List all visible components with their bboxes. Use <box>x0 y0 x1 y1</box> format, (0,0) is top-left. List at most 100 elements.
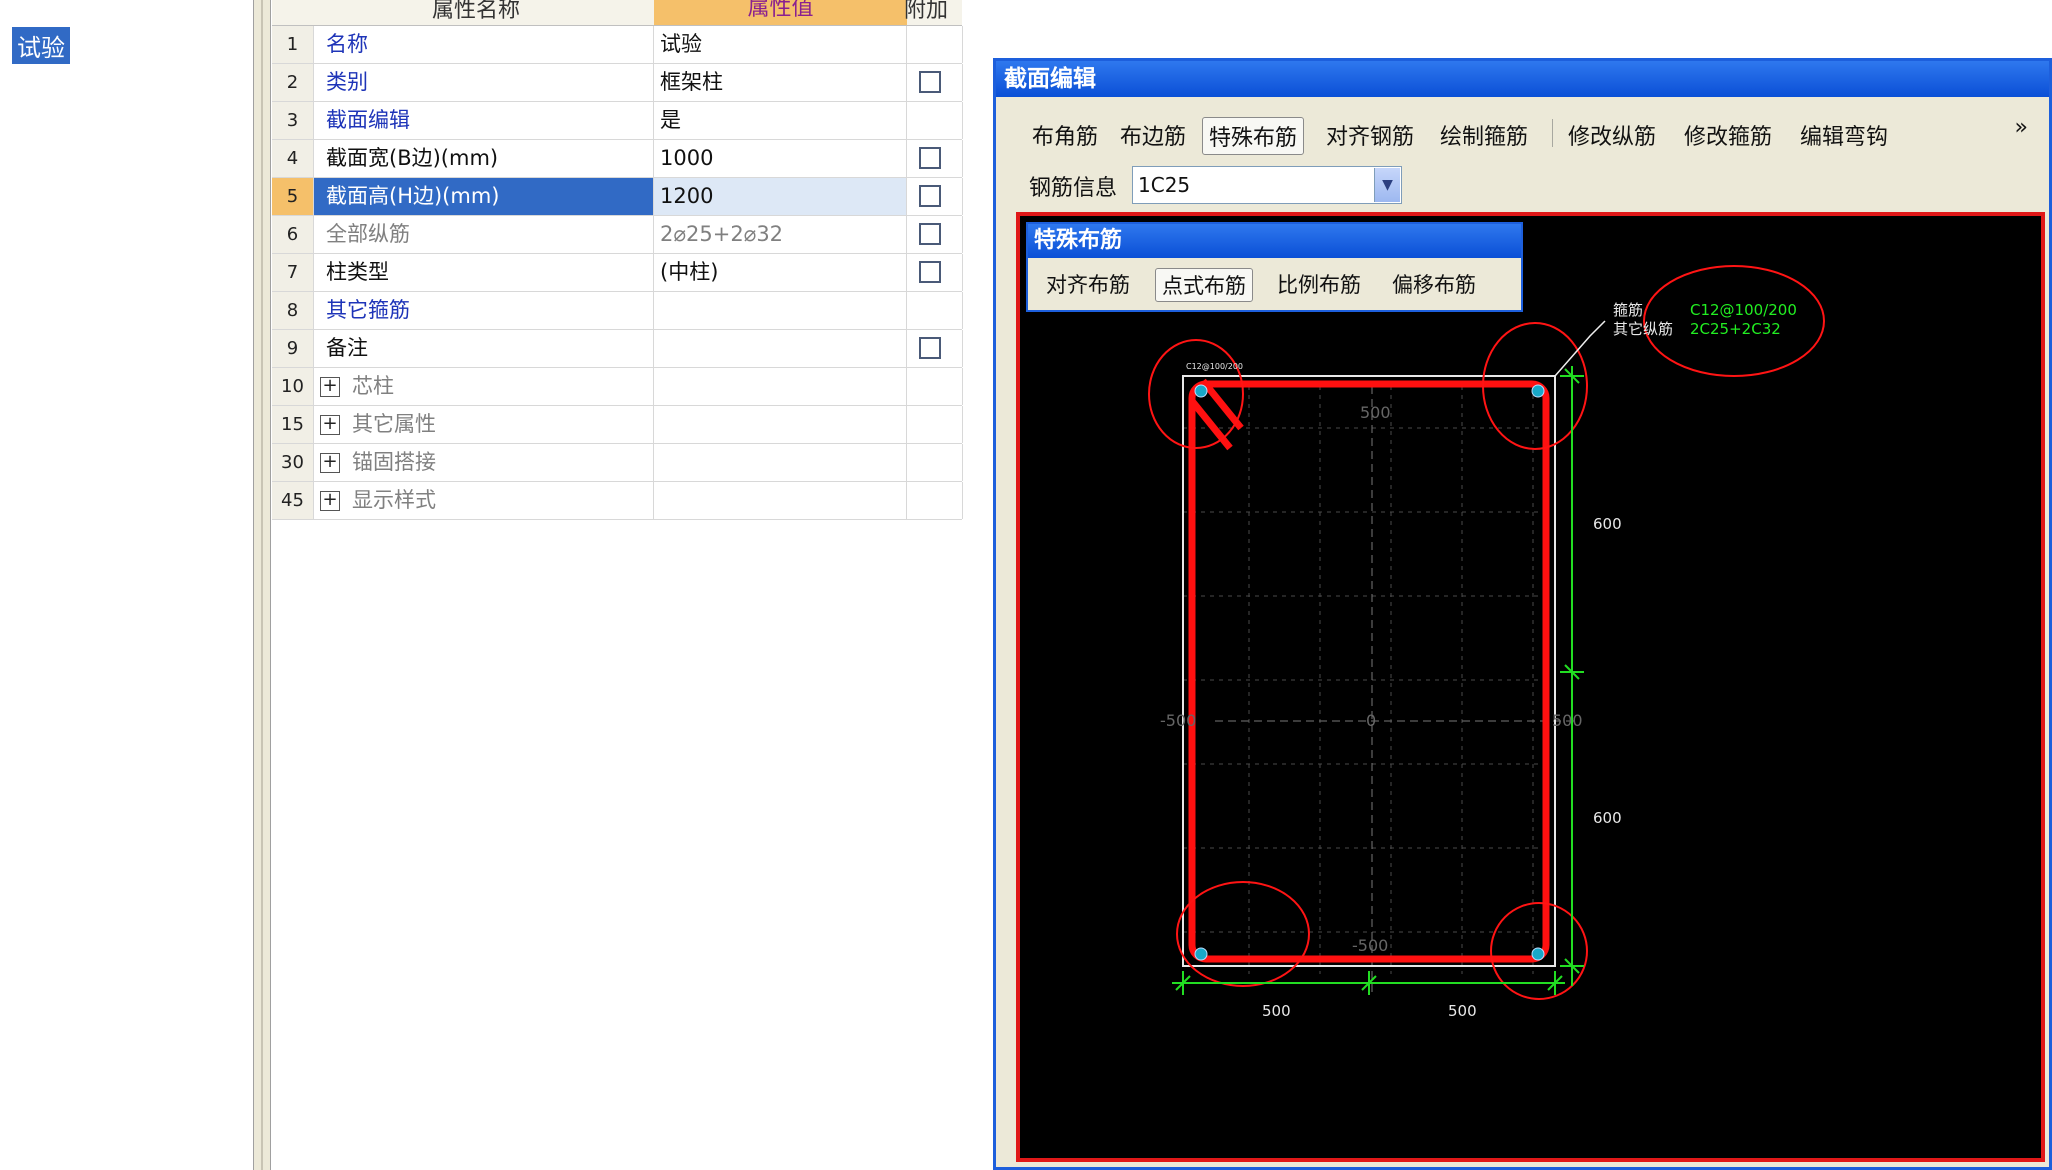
extra-cell <box>907 102 963 139</box>
dim-right-lower: 600 <box>1593 809 1622 827</box>
property-value[interactable] <box>654 368 907 405</box>
corner-rebar-button[interactable]: 布角筋 <box>1026 117 1104 153</box>
property-value[interactable]: 1200 <box>654 178 907 215</box>
table-row[interactable]: 7 柱类型 (中柱) <box>272 254 963 292</box>
table-row[interactable]: 45 + 显示样式 <box>272 482 963 520</box>
row-number: 8 <box>272 292 314 329</box>
row-number: 10 <box>272 368 314 405</box>
ratio-layout-button[interactable]: 比例布筋 <box>1271 268 1367 300</box>
extra-checkbox[interactable] <box>919 223 941 245</box>
table-row[interactable]: 30 + 锚固搭接 <box>272 444 963 482</box>
axis-label-left: -500 <box>1160 711 1196 730</box>
legend-stirrup-value: C12@100/200 <box>1690 301 1797 319</box>
toolbar-overflow-icon[interactable]: » <box>2015 115 2028 140</box>
tree-item-selected[interactable]: 试验 <box>12 27 70 64</box>
panel-splitter[interactable] <box>253 0 271 1170</box>
header-value: 属性值 <box>654 0 907 25</box>
extra-checkbox[interactable] <box>919 71 941 93</box>
grid-header: 属性名称 属性值 附加 <box>272 0 962 26</box>
table-row[interactable]: 3 截面编辑 是 <box>272 102 963 140</box>
property-name: 其它箍筋 <box>314 292 654 329</box>
property-name-text: 截面宽(B边)(mm) <box>326 146 499 170</box>
property-name-text: 名称 <box>326 32 368 56</box>
table-row[interactable]: 5 截面高(H边)(mm) 1200 <box>272 178 963 216</box>
edge-rebar-button[interactable]: 布边筋 <box>1114 117 1192 153</box>
table-row[interactable]: 6 全部纵筋 2⌀25+2⌀32 <box>272 216 963 254</box>
table-row[interactable]: 9 备注 <box>272 330 963 368</box>
property-name-text: 显示样式 <box>352 488 436 512</box>
align-rebar-button[interactable]: 对齐钢筋 <box>1320 117 1420 153</box>
extra-checkbox[interactable] <box>919 147 941 169</box>
legend-long-label: 其它纵筋 <box>1613 320 1673 338</box>
property-value[interactable]: (中柱) <box>654 254 907 291</box>
property-value[interactable] <box>654 292 907 329</box>
row-number: 45 <box>272 482 314 519</box>
corner-stirrup-tag: C12@100/200 <box>1186 362 1243 371</box>
row-number: 3 <box>272 102 314 139</box>
property-value[interactable] <box>654 444 907 481</box>
row-number: 5 <box>272 178 314 215</box>
table-row[interactable]: 15 + 其它属性 <box>272 406 963 444</box>
edit-stirrup-button[interactable]: 修改箍筋 <box>1678 117 1778 153</box>
property-name: + 芯柱 <box>314 368 654 405</box>
extra-checkbox[interactable] <box>919 261 941 283</box>
special-rebar-subwindow: 特殊布筋 对齐布筋 点式布筋 比例布筋 偏移布筋 <box>1026 222 1523 312</box>
chevron-down-icon[interactable]: ▼ <box>1374 168 1400 202</box>
rebar-info-value: 1C25 <box>1138 173 1191 197</box>
sub-title: 特殊布筋 <box>1028 224 1521 258</box>
expand-icon[interactable]: + <box>320 453 340 473</box>
extra-checkbox[interactable] <box>919 337 941 359</box>
row-number: 6 <box>272 216 314 253</box>
expand-icon[interactable]: + <box>320 377 340 397</box>
row-number: 1 <box>272 26 314 63</box>
property-name-text: 截面高(H边)(mm) <box>326 184 500 208</box>
header-name: 属性名称 <box>432 0 521 23</box>
property-name-text: 类别 <box>326 70 368 94</box>
rebar-info-label: 钢筋信息 <box>1029 176 1118 201</box>
extra-checkbox[interactable] <box>919 185 941 207</box>
align-layout-button[interactable]: 对齐布筋 <box>1040 268 1136 300</box>
rebar-legend: 箍筋 其它纵筋 C12@100/200 2C25+2C32 <box>1613 301 1797 338</box>
property-value[interactable] <box>654 406 907 443</box>
special-rebar-button[interactable]: 特殊布筋 <box>1202 117 1305 155</box>
table-row[interactable]: 10 + 芯柱 <box>272 368 963 406</box>
property-value[interactable]: 框架柱 <box>654 64 907 101</box>
property-value[interactable] <box>654 330 907 367</box>
property-name-text: 芯柱 <box>352 374 394 398</box>
property-value[interactable]: 是 <box>654 102 907 139</box>
row-number: 15 <box>272 406 314 443</box>
header-extra: 附加 <box>904 0 949 23</box>
property-value[interactable]: 试验 <box>654 26 907 63</box>
table-row[interactable]: 2 类别 框架柱 <box>272 64 963 102</box>
dimension-lines <box>1172 366 1584 995</box>
rebar-info-combo[interactable]: 1C25 ▼ <box>1132 166 1402 204</box>
dim-right-upper: 600 <box>1593 515 1622 533</box>
property-value[interactable] <box>654 482 907 519</box>
table-row[interactable]: 4 截面宽(B边)(mm) 1000 <box>272 140 963 178</box>
axis-label-top: 500 <box>1360 403 1391 422</box>
property-name: + 锚固搭接 <box>314 444 654 481</box>
dim-bottom-right: 500 <box>1448 1002 1477 1020</box>
property-name: + 显示样式 <box>314 482 654 519</box>
table-row[interactable]: 8 其它箍筋 <box>272 292 963 330</box>
property-value[interactable]: 2⌀25+2⌀32 <box>654 216 907 253</box>
edit-hook-button[interactable]: 编辑弯钩 <box>1794 117 1894 153</box>
edit-long-rebar-button[interactable]: 修改纵筋 <box>1562 117 1662 153</box>
extra-cell <box>907 26 963 63</box>
property-name: 全部纵筋 <box>314 216 654 253</box>
leader-line <box>1554 320 1606 377</box>
property-value[interactable]: 1000 <box>654 140 907 177</box>
point-layout-button[interactable]: 点式布筋 <box>1155 268 1253 302</box>
property-name-text: 备注 <box>326 336 368 360</box>
table-row[interactable]: 1 名称 试验 <box>272 26 963 64</box>
offset-layout-button[interactable]: 偏移布筋 <box>1386 268 1482 300</box>
expand-icon[interactable]: + <box>320 491 340 511</box>
property-name-text: 其它属性 <box>352 412 436 436</box>
expand-icon[interactable]: + <box>320 415 340 435</box>
property-name: + 其它属性 <box>314 406 654 443</box>
section-canvas[interactable]: 500 -500 0 500 -500 600 600 500 500 箍筋 其… <box>1016 212 2045 1162</box>
property-name: 截面编辑 <box>314 102 654 139</box>
draw-stirrup-button[interactable]: 绘制箍筋 <box>1434 117 1534 153</box>
dialog-title: 截面编辑 <box>996 61 2049 97</box>
legend-long-value: 2C25+2C32 <box>1690 320 1781 338</box>
